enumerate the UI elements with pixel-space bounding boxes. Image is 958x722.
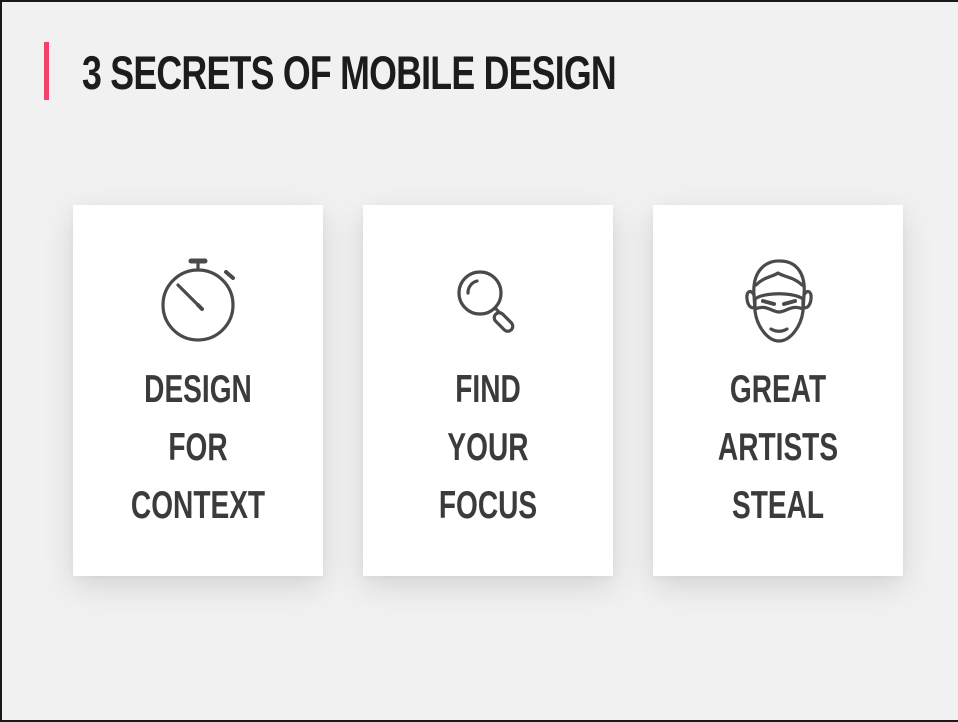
card-label: DESIGN FOR CONTEXT <box>73 361 323 535</box>
card-label-line: DESIGN <box>144 368 252 411</box>
card-design-for-context: DESIGN FOR CONTEXT <box>73 205 323 576</box>
card-great-artists-steal: GREAT ARTISTS STEAL <box>653 205 903 576</box>
card-label-line: FIND <box>455 368 521 411</box>
stopwatch-icon <box>158 255 238 345</box>
masked-face-icon <box>738 255 818 345</box>
magnifier-icon <box>448 255 528 345</box>
card-label-line: ARTISTS <box>717 426 839 469</box>
card-label: FIND YOUR FOCUS <box>363 361 613 535</box>
card-label: GREAT ARTISTS STEAL <box>653 361 903 535</box>
slide-title: 3 SECRETS OF MOBILE DESIGN <box>82 46 617 99</box>
card-label-line: GREAT <box>729 368 827 411</box>
title-accent-bar <box>44 42 49 100</box>
card-label-line: FOCUS <box>438 484 538 527</box>
card-label-line: YOUR <box>447 426 529 469</box>
card-find-your-focus: FIND YOUR FOCUS <box>363 205 613 576</box>
card-label-line: STEAL <box>731 484 825 527</box>
card-label-line: CONTEXT <box>130 484 266 527</box>
card-label-line: FOR <box>168 426 228 469</box>
slide: 3 SECRETS OF MOBILE DESIGN DESIGN FOR CO… <box>0 0 958 722</box>
